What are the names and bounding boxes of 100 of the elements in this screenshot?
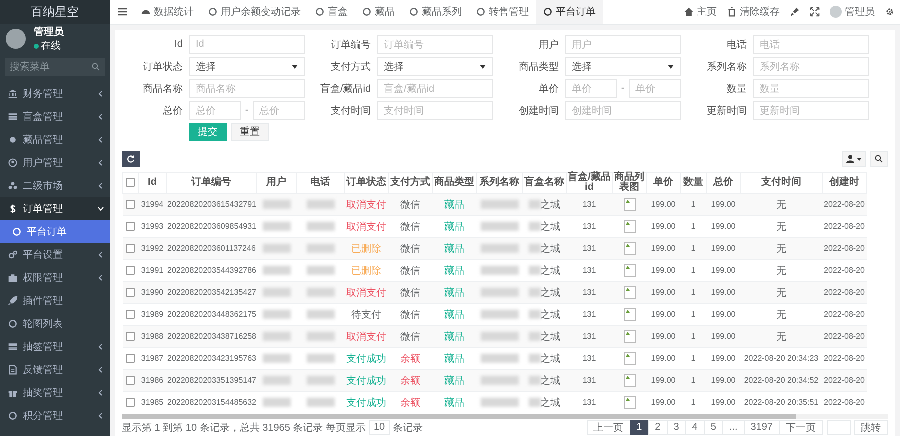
menu-item[interactable]: 插件管理	[0, 289, 110, 312]
blurred-text	[480, 354, 518, 364]
menu-item[interactable]: 用户管理	[0, 151, 110, 174]
page-button[interactable]: 1	[630, 420, 650, 435]
nav-tab[interactable]: 用户余额变动记录	[201, 0, 308, 24]
page-button[interactable]: 3	[666, 420, 686, 435]
menu-item[interactable]: 藏品管理	[0, 128, 110, 151]
table-cell: 2022-08-20 20:34:52	[740, 370, 822, 392]
nav-tab[interactable]: 数据统计	[134, 0, 201, 24]
table-cell: 31992	[138, 238, 166, 260]
refresh-button[interactable]	[122, 151, 140, 167]
menu-item[interactable]: 反馈管理	[0, 358, 110, 381]
menu-item[interactable]: 抽签管理	[0, 335, 110, 358]
menu-item[interactable]: 订单管理	[0, 197, 110, 220]
circle-icon	[476, 7, 486, 17]
search-button[interactable]	[870, 151, 888, 167]
blurred-text	[262, 310, 290, 320]
page-button[interactable]: 4	[685, 420, 705, 435]
search-icon	[875, 155, 883, 163]
blurred-text	[306, 354, 334, 364]
checkbox[interactable]	[126, 354, 135, 364]
blurred-text	[262, 266, 290, 276]
user-menu[interactable]: 管理员	[845, 5, 875, 19]
menu-item[interactable]: 积分管理	[0, 404, 110, 427]
table-cell: 199.00	[706, 370, 740, 392]
status-text: 取消支付	[344, 282, 388, 304]
field-label: 单价	[538, 82, 559, 96]
nav-tab[interactable]: 盲盒	[308, 0, 355, 24]
checkbox[interactable]	[126, 200, 135, 210]
home-link[interactable]: 主页	[679, 0, 722, 24]
field-label: 用户	[538, 38, 559, 52]
blurred-text	[306, 200, 334, 210]
checkbox[interactable]	[126, 376, 135, 386]
table-cell: 20220820203542135427	[166, 282, 256, 304]
blurred-text	[306, 244, 334, 254]
submenu-item[interactable]: 平台订单	[0, 220, 110, 243]
jump-button[interactable]: 跳转	[854, 420, 888, 435]
nav-tab[interactable]: 藏品系列	[402, 0, 469, 24]
select-field[interactable]: 选择	[189, 57, 305, 76]
page-size-select[interactable]: 10	[368, 420, 390, 435]
checkbox[interactable]	[126, 398, 135, 408]
select-field[interactable]: 选择	[565, 57, 681, 76]
checkbox[interactable]	[126, 222, 135, 232]
page-button[interactable]: 2	[648, 420, 668, 435]
blurred-text	[528, 266, 540, 276]
settings-icon[interactable]	[885, 7, 895, 17]
page-button[interactable]: 3197	[744, 420, 780, 435]
caret-icon	[480, 64, 486, 68]
menu-item[interactable]: 抽奖管理	[0, 381, 110, 404]
broken-image-icon	[624, 264, 636, 277]
table-cell: 131	[566, 392, 612, 413]
menu-item[interactable]: 盲盒管理	[0, 105, 110, 128]
clear-cache-link[interactable]: 清除缓存	[722, 0, 785, 24]
checkbox[interactable]	[126, 266, 135, 276]
caret-icon	[98, 344, 104, 350]
checkbox[interactable]	[126, 332, 135, 342]
brush-icon[interactable]	[790, 7, 800, 17]
broken-image-icon	[624, 330, 636, 343]
menu-item[interactable]: 权限管理	[0, 266, 110, 289]
page-button[interactable]: 下一页	[779, 420, 823, 435]
table-cell: 31986	[138, 370, 166, 392]
table-cell: 2022-08-20	[822, 238, 866, 260]
caret-icon	[98, 206, 104, 212]
table-cell: 1	[680, 194, 706, 216]
column-header[interactable]: 订单编号	[166, 172, 256, 194]
select-field[interactable]: 选择	[377, 57, 493, 76]
circle-icon	[543, 7, 553, 17]
menu-item[interactable]: 平台设置	[0, 243, 110, 266]
reset-button[interactable]: 重置	[231, 123, 269, 141]
table-cell: 无	[740, 194, 822, 216]
nav-tab[interactable]: 藏品	[355, 0, 402, 24]
fullscreen-icon[interactable]	[810, 7, 820, 17]
search-icon	[92, 63, 100, 71]
menu-item[interactable]: 二级市场	[0, 174, 110, 197]
menu-item[interactable]: 轮图列表	[0, 312, 110, 335]
menu-icon[interactable]	[118, 8, 126, 16]
table-cell: 1	[680, 326, 706, 348]
menu-item[interactable]: 财务管理	[0, 82, 110, 105]
field-label: Id	[174, 39, 183, 50]
table-cell: 1	[680, 282, 706, 304]
payment-text: 余额	[388, 392, 432, 413]
nav-tab[interactable]: 平台订单	[536, 0, 603, 24]
page-button[interactable]: 5	[704, 420, 724, 435]
horizontal-scrollbar[interactable]	[122, 414, 888, 419]
search-field[interactable]: 搜索菜单	[5, 58, 105, 76]
checkbox[interactable]	[126, 310, 135, 320]
payment-text: 微信	[388, 326, 432, 348]
blurred-text	[262, 376, 290, 386]
page-button[interactable]: ...	[722, 420, 745, 435]
nav-tab[interactable]: 转售管理	[469, 0, 536, 24]
checkbox[interactable]	[126, 244, 135, 254]
checkbox[interactable]	[126, 288, 135, 298]
page-input[interactable]	[827, 420, 851, 435]
columns-button[interactable]	[842, 151, 866, 167]
checkbox[interactable]	[126, 178, 135, 187]
gear-icon	[8, 250, 18, 260]
page-button[interactable]: 上一页	[586, 420, 631, 435]
home-icon	[684, 7, 694, 17]
table-cell: 199.00	[706, 282, 740, 304]
blurred-text	[480, 398, 518, 408]
